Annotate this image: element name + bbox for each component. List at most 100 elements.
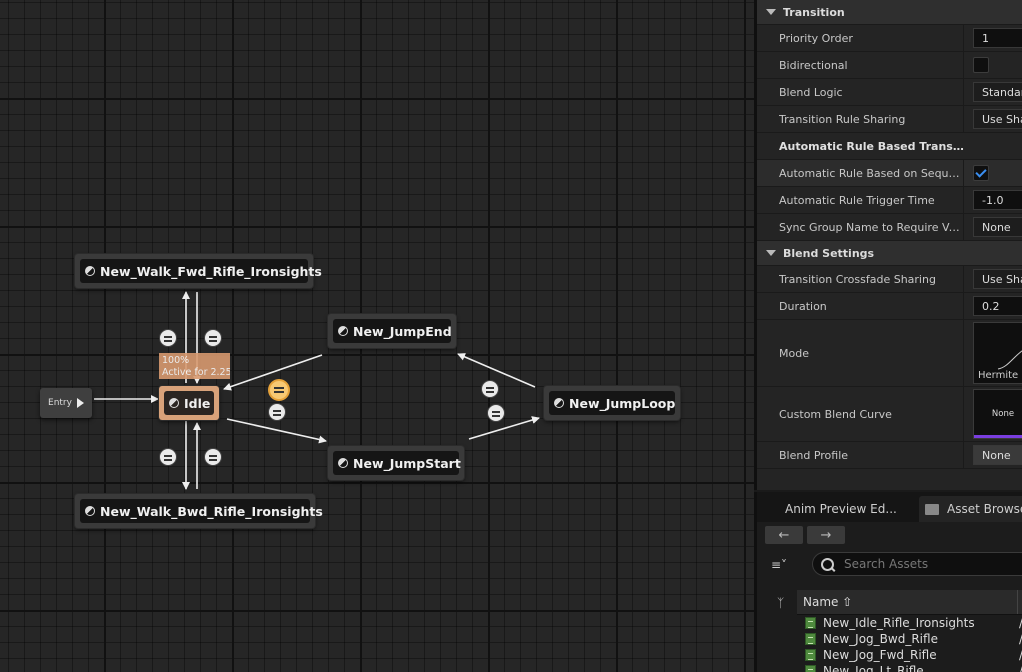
tooltip-active-time: Active for 2.25s	[162, 367, 230, 378]
row-auto-trigger-time: Automatic Rule Trigger Time -1.0	[757, 187, 1022, 214]
transition-rule-icon[interactable]	[159, 329, 177, 347]
transition-rule-icon[interactable]	[204, 329, 222, 347]
section-transition[interactable]: Transition	[757, 0, 1022, 25]
anim-sequence-icon	[805, 633, 816, 645]
search-input[interactable]	[844, 557, 994, 571]
row-duration: Duration 0.2	[757, 293, 1022, 320]
custom-curve-value: None	[991, 409, 1015, 419]
selected-transition-rule-icon[interactable]	[268, 379, 290, 401]
duration-field[interactable]: 0.2	[973, 296, 1022, 316]
row-auto-rule-header: Automatic Rule Based Transition	[757, 133, 1022, 160]
transition-rule-icon[interactable]	[268, 403, 286, 421]
crossfade-sharing-dropdown[interactable]: Use Sha	[973, 269, 1022, 289]
mode-curve-picker[interactable]: Hermite	[973, 322, 1022, 384]
property-label: Blend Logic	[779, 85, 843, 99]
state-idle[interactable]: Idle	[159, 386, 219, 420]
anim-sequence-icon	[805, 649, 816, 661]
filter-icon[interactable]: ≡˅	[771, 558, 801, 572]
tab-label: Anim Preview Ed...	[785, 502, 897, 516]
tab-label: Asset Browse	[947, 502, 1022, 516]
transition-rule-icon[interactable]	[487, 404, 505, 422]
rule-sharing-dropdown[interactable]: Use Sha	[973, 109, 1022, 129]
back-arrow-icon[interactable]: ←	[765, 526, 803, 544]
asset-row[interactable]: New_Jog_Fwd_Rifle /	[797, 647, 1022, 663]
state-label: New_JumpLoop	[569, 395, 676, 411]
property-label: Bidirectional	[779, 58, 848, 72]
property-label: Automatic Rule Based on Sequen...	[779, 166, 964, 180]
property-label: Mode	[779, 346, 809, 360]
collapse-arrow-icon	[766, 250, 776, 256]
transition-rule-icon[interactable]	[481, 380, 499, 398]
panel-tabs: Anim Preview Ed... Asset Browse	[757, 492, 1022, 522]
anim-sequence-icon	[805, 617, 816, 629]
state-label: New_Walk_Fwd_Rifle_Ironsights	[100, 263, 322, 279]
source-tree-icon[interactable]: ᛉ	[777, 596, 787, 610]
row-rule-sharing: Transition Rule Sharing Use Sha	[757, 106, 1022, 133]
search-icon	[821, 557, 834, 571]
blend-profile-dropdown[interactable]: None	[973, 445, 1022, 465]
history-nav: ← →	[765, 526, 845, 546]
row-crossfade-sharing: Transition Crossfade Sharing Use Sha	[757, 266, 1022, 293]
play-icon	[76, 398, 84, 408]
entry-node[interactable]: Entry	[40, 388, 92, 418]
state-jump-start[interactable]: New_JumpStart	[328, 446, 464, 480]
state-icon	[85, 266, 95, 276]
property-label: Sync Group Name to Require Vali...	[779, 220, 964, 234]
sync-group-dropdown[interactable]: None	[973, 217, 1022, 237]
row-mode: Mode Hermite	[757, 320, 1022, 387]
section-title: Blend Settings	[783, 246, 875, 260]
section-title: Transition	[783, 5, 845, 19]
asset-row[interactable]: New_Idle_Rifle_Ironsights /	[797, 615, 1022, 631]
asset-name: New_Jog_Bwd_Rifle	[823, 632, 938, 646]
state-label: Idle	[184, 395, 211, 411]
state-jump-end[interactable]: New_JumpEnd	[328, 314, 456, 348]
subsection-label: Automatic Rule Based Transition	[779, 139, 964, 153]
state-machine-graph[interactable]: Entry New_Walk_Fwd_Rifle_Ironsights New_…	[0, 0, 754, 672]
trigger-time-field[interactable]: -1.0	[973, 190, 1022, 210]
auto-rule-checkbox[interactable]	[973, 165, 989, 181]
priority-order-field[interactable]: 1	[973, 28, 1022, 48]
state-jump-loop[interactable]: New_JumpLoop	[544, 386, 680, 420]
tooltip-percent: 100%	[162, 355, 190, 366]
tab-asset-browser[interactable]: Asset Browse	[919, 496, 1022, 522]
asset-browser-panel: Anim Preview Ed... Asset Browse ← → ≡˅ ᛉ…	[754, 492, 1022, 672]
forward-arrow-icon[interactable]: →	[807, 526, 845, 544]
details-panel: Transition Priority Order 1 Bidirectiona…	[754, 0, 1022, 490]
state-walk-bwd[interactable]: New_Walk_Bwd_Rifle_Ironsights	[75, 494, 323, 528]
column-path-header[interactable]: P	[1017, 590, 1022, 614]
property-label: Duration	[779, 299, 827, 313]
bidirectional-checkbox[interactable]	[973, 57, 989, 73]
row-custom-blend-curve: Custom Blend Curve None	[757, 387, 1022, 442]
property-label: Custom Blend Curve	[779, 407, 892, 421]
transition-rule-icon[interactable]	[159, 448, 177, 466]
mode-value: Hermite	[978, 370, 1019, 381]
tab-anim-preview[interactable]: Anim Preview Ed...	[765, 496, 913, 522]
state-label: New_Walk_Bwd_Rifle_Ironsights	[100, 503, 323, 519]
property-label: Automatic Rule Trigger Time	[779, 193, 935, 207]
state-icon	[554, 398, 564, 408]
state-active-tooltip: 100% Active for 2.25s	[159, 353, 230, 379]
section-blend-settings[interactable]: Blend Settings	[757, 241, 1022, 266]
row-bidirectional: Bidirectional	[757, 52, 1022, 79]
state-icon	[338, 326, 348, 336]
column-name-header[interactable]: Name ⇧	[803, 595, 852, 609]
row-blend-profile: Blend Profile None	[757, 442, 1022, 469]
row-blend-logic: Blend Logic Standard	[757, 79, 1022, 106]
asset-row[interactable]: New_Jog_Bwd_Rifle /	[797, 631, 1022, 647]
asset-name: New_Jog_Lt_Rifle	[823, 664, 924, 672]
blend-logic-dropdown[interactable]: Standard	[973, 82, 1022, 102]
asset-name: New_Jog_Fwd_Rifle	[823, 648, 937, 662]
property-label: Transition Crossfade Sharing	[779, 272, 936, 286]
asset-name: New_Idle_Rifle_Ironsights	[823, 616, 975, 630]
custom-curve-picker[interactable]: None	[973, 389, 1022, 439]
asset-row[interactable]: New_Jog_Lt_Rifle /	[797, 663, 1022, 672]
collapse-arrow-icon	[766, 9, 776, 15]
state-label: New_JumpEnd	[353, 323, 452, 339]
property-label: Transition Rule Sharing	[779, 112, 906, 126]
anim-sequence-icon	[805, 665, 816, 672]
folder-icon	[925, 503, 939, 515]
state-walk-fwd[interactable]: New_Walk_Fwd_Rifle_Ironsights	[75, 254, 322, 288]
transition-rule-icon[interactable]	[204, 448, 222, 466]
sort-ascending-icon: ⇧	[842, 595, 853, 609]
property-label: Priority Order	[779, 31, 853, 45]
